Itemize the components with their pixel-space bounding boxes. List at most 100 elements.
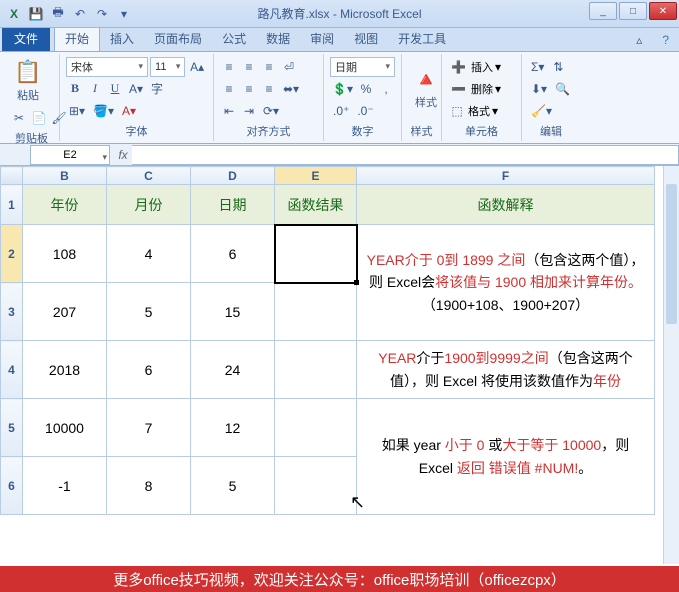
- cell-C3[interactable]: 5: [107, 283, 191, 341]
- undo-icon[interactable]: ↶: [70, 4, 90, 24]
- cell-B3[interactable]: 207: [23, 283, 107, 341]
- cell-C6[interactable]: 8: [107, 457, 191, 515]
- cell-D6[interactable]: 5: [191, 457, 275, 515]
- cell-E3[interactable]: [275, 283, 357, 341]
- cell-F2[interactable]: YEAR介于 0到 1899 之间（包含这两个值），则 Excel会将该值与 1…: [357, 225, 655, 341]
- cell-E6[interactable]: [275, 457, 357, 515]
- cell-C1[interactable]: 月份: [107, 185, 191, 225]
- cell-D4[interactable]: 24: [191, 341, 275, 399]
- shrink-font-icon[interactable]: A▾: [126, 79, 146, 99]
- row-2[interactable]: 2: [1, 225, 23, 283]
- tab-layout[interactable]: 页面布局: [144, 26, 212, 51]
- grow-font-icon[interactable]: A▴: [187, 57, 207, 77]
- insert-button[interactable]: 插入: [471, 59, 493, 75]
- inc-decimal-icon[interactable]: .0⁺: [330, 101, 352, 121]
- cell-B2[interactable]: 108: [23, 225, 107, 283]
- cells-format-icon[interactable]: ⬚: [448, 101, 466, 121]
- cells-delete-icon[interactable]: ➖: [448, 79, 469, 99]
- print-icon[interactable]: 🖶: [48, 4, 68, 24]
- col-D[interactable]: D: [191, 167, 275, 185]
- italic-button[interactable]: I: [86, 79, 104, 99]
- copy-icon[interactable]: 📄: [30, 108, 48, 128]
- clear-icon[interactable]: 🧹▾: [528, 101, 555, 121]
- tab-developer[interactable]: 开发工具: [388, 26, 456, 51]
- comma-icon[interactable]: ,: [377, 79, 395, 99]
- wrap-text-icon[interactable]: ⏎: [280, 57, 298, 77]
- save-icon[interactable]: 💾: [26, 4, 46, 24]
- align-mid-icon[interactable]: ≡: [240, 57, 258, 77]
- cell-B5[interactable]: 10000: [23, 399, 107, 457]
- font-color-button[interactable]: A▾: [119, 101, 139, 121]
- col-F[interactable]: F: [357, 167, 655, 185]
- row-5[interactable]: 5: [1, 399, 23, 457]
- number-format-combo[interactable]: 日期: [330, 57, 395, 77]
- cell-B1[interactable]: 年份: [23, 185, 107, 225]
- tab-formulas[interactable]: 公式: [212, 26, 256, 51]
- row-4[interactable]: 4: [1, 341, 23, 399]
- underline-button[interactable]: U: [106, 79, 124, 99]
- currency-icon[interactable]: 💲▾: [330, 79, 355, 99]
- cell-C5[interactable]: 7: [107, 399, 191, 457]
- tab-home[interactable]: 开始: [54, 25, 100, 51]
- format-button[interactable]: 格式: [468, 103, 490, 119]
- percent-icon[interactable]: %: [357, 79, 375, 99]
- fx-icon[interactable]: fx: [114, 148, 132, 162]
- col-E[interactable]: E: [275, 167, 357, 185]
- row-3[interactable]: 3: [1, 283, 23, 341]
- cell-E4[interactable]: [275, 341, 357, 399]
- fill-color-button[interactable]: 🪣▾: [90, 101, 117, 121]
- scroll-thumb[interactable]: [666, 184, 677, 324]
- autosum-icon[interactable]: Σ▾: [528, 57, 547, 77]
- align-right-icon[interactable]: ≡: [260, 79, 278, 99]
- cells-insert-icon[interactable]: ➕: [448, 57, 469, 77]
- align-center-icon[interactable]: ≡: [240, 79, 258, 99]
- cell-D5[interactable]: 12: [191, 399, 275, 457]
- row-6[interactable]: 6: [1, 457, 23, 515]
- row-1[interactable]: 1: [1, 185, 23, 225]
- grid[interactable]: B C D E F 1 年份 月份 日期 函数结果 函数解释 2 108 4 6…: [0, 166, 655, 515]
- ribbon-min-icon[interactable]: ▵: [626, 29, 652, 51]
- col-C[interactable]: C: [107, 167, 191, 185]
- cell-B6[interactable]: -1: [23, 457, 107, 515]
- align-top-icon[interactable]: ≡: [220, 57, 238, 77]
- delete-button[interactable]: 删除: [471, 81, 493, 97]
- cut-icon[interactable]: ✂: [10, 108, 28, 128]
- vertical-scrollbar[interactable]: [663, 166, 679, 564]
- align-bot-icon[interactable]: ≡: [260, 57, 278, 77]
- fill-icon[interactable]: ⬇▾: [528, 79, 550, 99]
- col-B[interactable]: B: [23, 167, 107, 185]
- tab-view[interactable]: 视图: [344, 26, 388, 51]
- formula-input[interactable]: [132, 145, 679, 165]
- phonetic-icon[interactable]: 字: [148, 79, 166, 99]
- cell-C4[interactable]: 6: [107, 341, 191, 399]
- maximize-button[interactable]: □: [619, 2, 647, 20]
- merge-icon[interactable]: ⬌▾: [280, 79, 302, 99]
- cell-E2[interactable]: [275, 225, 357, 283]
- cell-B4[interactable]: 2018: [23, 341, 107, 399]
- paste-button[interactable]: 📋 粘贴: [10, 56, 46, 106]
- sort-icon[interactable]: ⇅: [549, 57, 567, 77]
- cell-F5[interactable]: 如果 year 小于 0 或大于等于 10000，则 Excel 返回 错误值 …: [357, 399, 655, 515]
- cell-C2[interactable]: 4: [107, 225, 191, 283]
- tab-file[interactable]: 文件: [2, 26, 50, 51]
- cell-F1[interactable]: 函数解释: [357, 185, 655, 225]
- select-all-corner[interactable]: [1, 167, 23, 185]
- cell-D1[interactable]: 日期: [191, 185, 275, 225]
- tab-insert[interactable]: 插入: [100, 26, 144, 51]
- font-size-combo[interactable]: 11: [150, 57, 185, 77]
- align-left-icon[interactable]: ≡: [220, 79, 238, 99]
- cell-D2[interactable]: 6: [191, 225, 275, 283]
- font-combo[interactable]: 宋体: [66, 57, 148, 77]
- dec-decimal-icon[interactable]: .0⁻: [354, 101, 376, 121]
- cell-F4[interactable]: YEAR介于1900到9999之间（包含这两个值），则 Excel 将使用该数值…: [357, 341, 655, 399]
- indent-inc-icon[interactable]: ⇥: [240, 101, 258, 121]
- indent-dec-icon[interactable]: ⇤: [220, 101, 238, 121]
- help-icon[interactable]: ?: [652, 29, 679, 51]
- bold-button[interactable]: B: [66, 79, 84, 99]
- minimize-button[interactable]: _: [589, 2, 617, 20]
- name-box[interactable]: E2: [30, 145, 110, 165]
- tab-data[interactable]: 数据: [256, 26, 300, 51]
- cell-E5[interactable]: [275, 399, 357, 457]
- border-button[interactable]: ⊞▾: [66, 101, 88, 121]
- close-button[interactable]: ✕: [649, 2, 677, 20]
